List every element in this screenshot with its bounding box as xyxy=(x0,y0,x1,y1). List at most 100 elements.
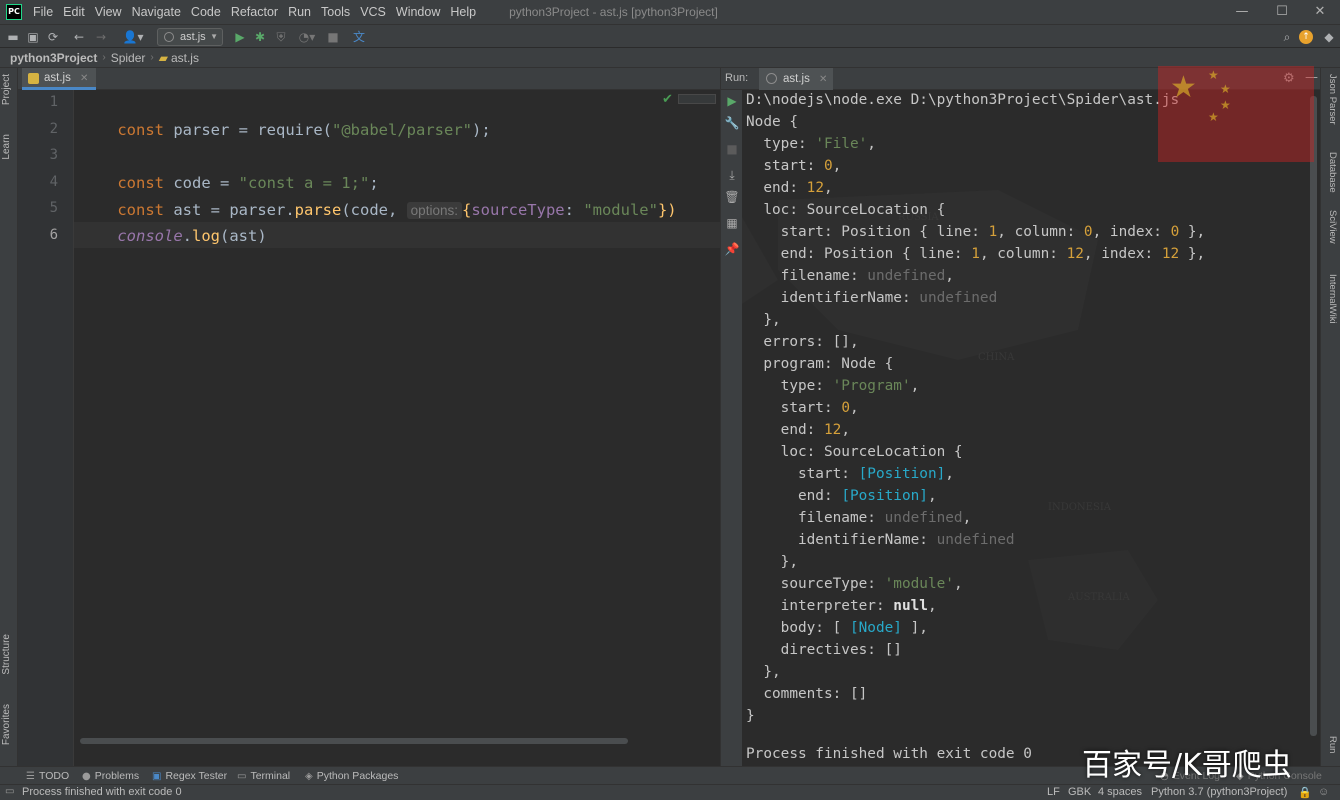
console-line: D:\nodejs\node.exe D:\python3Project\Spi… xyxy=(746,92,1180,108)
back-arrow-icon[interactable]: ← xyxy=(70,28,88,46)
breadcrumb-folder[interactable]: Spider xyxy=(111,51,146,65)
sync-icon[interactable]: ⟳ xyxy=(44,28,62,46)
tool-tab-learn[interactable]: Learn xyxy=(1,134,17,160)
menu-code[interactable]: Code xyxy=(186,0,226,24)
tool-tab-python-packages[interactable]: ◈ Python Packages xyxy=(305,769,398,784)
scroll-to-end-icon[interactable]: ⤓ xyxy=(724,168,740,183)
code-line-3: const code = "const a = 1;"; xyxy=(117,174,379,192)
update-icon[interactable]: ↑ xyxy=(1299,30,1313,44)
breadcrumb-file[interactable]: ast.js xyxy=(171,51,199,65)
console-vertical-scrollbar[interactable] xyxy=(1310,96,1317,736)
console-line: }, xyxy=(746,664,781,680)
console-line: type: 'Program', xyxy=(746,378,920,394)
window-title: python3Project - ast.js [python3Project] xyxy=(509,5,718,19)
console-line: end: Position { line: 1, column: 12, ind… xyxy=(746,246,1206,262)
open-folder-icon[interactable]: ▬ xyxy=(4,28,22,46)
js-file-icon: ▰ xyxy=(158,50,168,65)
close-tab-icon[interactable]: ✕ xyxy=(80,73,88,84)
run-configuration-dropdown[interactable]: ast.js ▼ xyxy=(157,28,223,46)
left-tool-strip: Project Learn Structure Favorites xyxy=(0,68,18,766)
translate-icon[interactable]: 文 xyxy=(350,28,368,46)
code-line-4: const ast = parser.parse(code, options:{… xyxy=(117,201,677,219)
console-output[interactable]: D:\nodejs\node.exe D:\python3Project\Spi… xyxy=(742,90,1320,766)
star-icon: ★ xyxy=(1208,68,1219,82)
no-problems-check-icon[interactable]: ✔ xyxy=(662,92,673,107)
todo-icon: ☰ xyxy=(26,771,35,782)
debug-icon[interactable]: ✱ xyxy=(251,28,269,46)
line-number-gutter: 1 2 3 4 5 6 xyxy=(18,90,74,766)
minimize-button[interactable]: — xyxy=(1222,0,1262,24)
line-number: 3 xyxy=(49,147,58,163)
maximize-button[interactable]: ☐ xyxy=(1262,0,1302,24)
console-line: Node { xyxy=(746,114,798,130)
tool-tab-run[interactable]: Run xyxy=(1324,736,1338,753)
menu-file[interactable]: File xyxy=(28,0,58,24)
menu-edit[interactable]: Edit xyxy=(58,0,90,24)
menu-refactor[interactable]: Refactor xyxy=(226,0,283,24)
pin-icon[interactable]: 📌 xyxy=(724,242,740,256)
trash-icon[interactable]: 🗑 xyxy=(724,190,740,204)
js-config-icon xyxy=(766,73,777,84)
star-icon: ★ xyxy=(1220,98,1231,112)
console-line: body: [ [Node] ], xyxy=(746,620,928,636)
console-line: start: Position { line: 1, column: 0, in… xyxy=(746,224,1206,240)
tool-tab-favorites[interactable]: Favorites xyxy=(1,704,17,745)
tool-tab-database[interactable]: Database xyxy=(1324,152,1338,193)
code-line-5: console.log(ast) xyxy=(117,227,267,245)
tool-tab-terminal[interactable]: ▭ Terminal xyxy=(237,769,290,784)
search-icon[interactable]: ⌕ xyxy=(1278,28,1296,46)
console-line: }, xyxy=(746,312,781,328)
menu-tools[interactable]: Tools xyxy=(316,0,355,24)
user-menu-icon[interactable]: 👤▾ xyxy=(120,28,146,46)
profile-icon[interactable]: ◔▾ xyxy=(294,28,320,46)
save-all-icon[interactable]: ▣ xyxy=(24,28,42,46)
forward-arrow-icon[interactable]: → xyxy=(92,28,110,46)
console-line: filename: undefined, xyxy=(746,268,954,284)
editor-horizontal-scrollbar[interactable] xyxy=(80,738,628,744)
console-line: start: 0, xyxy=(746,400,859,416)
line-separator[interactable]: LF xyxy=(1047,786,1060,798)
menu-vcs[interactable]: VCS xyxy=(355,0,391,24)
code-editor[interactable]: 1 2 3 4 5 6 const parser = require("@bab… xyxy=(18,90,720,766)
console-line: comments: [] xyxy=(746,686,868,702)
layout-icon[interactable]: ▦ xyxy=(724,216,740,230)
coverage-icon[interactable]: ⛨ xyxy=(272,28,290,46)
menu-navigate[interactable]: Navigate xyxy=(127,0,186,24)
stop-icon[interactable]: ■ xyxy=(324,28,342,46)
ide-features-icon[interactable]: ◆ xyxy=(1320,28,1338,46)
stop-icon[interactable]: ■ xyxy=(724,142,740,156)
run-configuration-label: ast.js xyxy=(180,31,206,43)
run-icon[interactable]: ▶ xyxy=(231,28,249,46)
wrench-icon[interactable]: 🔧 xyxy=(724,116,740,130)
chevron-down-icon: ▼ xyxy=(210,32,218,41)
tool-tab-regex-tester[interactable]: ▣ Regex Tester xyxy=(152,769,227,784)
tool-tab-json-parser[interactable]: Json Parser xyxy=(1324,74,1338,125)
breadcrumb-project[interactable]: python3Project xyxy=(10,51,97,65)
run-panel-toolbar: ▶ 🔧 ■ ⤓ 🗑 ▦ 📌 xyxy=(720,90,742,766)
rerun-icon[interactable]: ▶ xyxy=(724,94,740,108)
packages-icon: ◈ xyxy=(305,771,313,782)
flag-overlay: ★ ★ ★ ★ ★ xyxy=(1158,66,1314,162)
tool-tab-project[interactable]: Project xyxy=(1,74,17,105)
star-icon: ★ xyxy=(1220,82,1231,96)
console-line: }, xyxy=(746,554,798,570)
code-line-1: const parser = require("@babel/parser"); xyxy=(117,121,491,139)
close-window-button[interactable]: ✕ xyxy=(1300,0,1340,24)
editor-tab-ast-js[interactable]: ast.js ✕ xyxy=(22,68,97,90)
tool-tab-todo[interactable]: ☰ TODO xyxy=(26,769,69,784)
console-line: type: 'File', xyxy=(746,136,876,152)
tool-tab-problems[interactable]: ● Problems xyxy=(82,769,139,784)
title-menu-bar: PC File Edit View Navigate Code Refactor… xyxy=(0,0,1340,24)
tool-tab-sciview[interactable]: SciView xyxy=(1324,210,1338,244)
menu-view[interactable]: View xyxy=(90,0,127,24)
console-line: directives: [] xyxy=(746,642,902,658)
menu-run[interactable]: Run xyxy=(283,0,316,24)
status-panel-icon[interactable]: ▭ xyxy=(5,786,14,797)
close-tab-icon[interactable]: ✕ xyxy=(819,74,827,85)
run-tab-ast-js[interactable]: ast.js ✕ xyxy=(759,68,834,90)
menu-help[interactable]: Help xyxy=(445,0,481,24)
tool-tab-internalwiki[interactable]: InternalWiki xyxy=(1324,274,1338,324)
menu-window[interactable]: Window xyxy=(391,0,445,24)
tool-tab-structure[interactable]: Structure xyxy=(1,634,17,675)
console-line: end: 12, xyxy=(746,422,850,438)
